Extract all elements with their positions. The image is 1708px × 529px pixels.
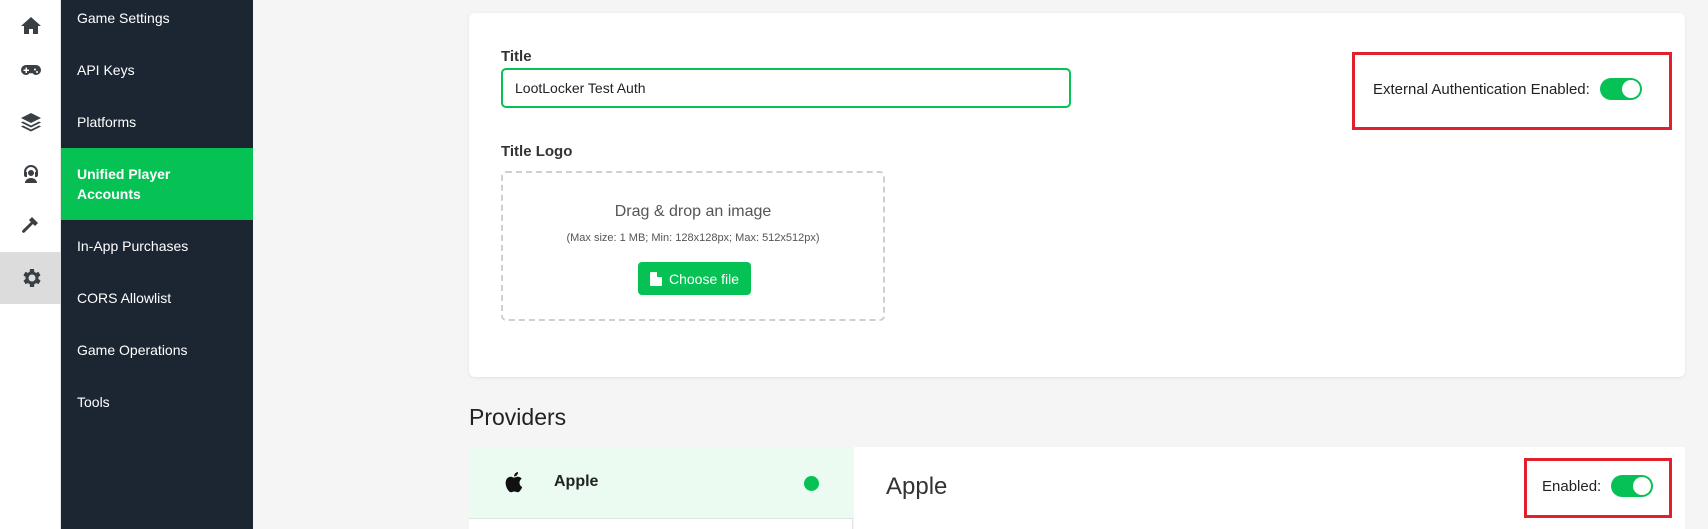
provider-status-dot — [804, 476, 819, 491]
gear-icon — [22, 269, 41, 287]
support-agent-icon — [23, 165, 38, 183]
icon-rail — [0, 0, 61, 529]
choose-file-button[interactable]: Choose file — [638, 262, 751, 295]
nav-item-tools[interactable]: Tools — [61, 384, 253, 420]
nav-item-game-operations[interactable]: Game Operations — [61, 332, 253, 368]
apple-icon — [505, 472, 523, 493]
settings-nav-button[interactable] — [0, 252, 61, 304]
dropzone-title: Drag & drop an image — [614, 203, 772, 220]
provider-enabled-highlight-box — [1524, 458, 1672, 518]
choose-file-label: Choose file — [668, 270, 740, 287]
dropzone-hint: (Max size: 1 MB; Min: 128x128px; Max: 51… — [566, 232, 820, 244]
nav-item-label: Game Operations — [77, 342, 188, 358]
nav-item-label: API Keys — [77, 62, 135, 78]
hammer-icon — [21, 217, 38, 233]
title-logo-label: Title Logo — [501, 143, 573, 160]
provider-item-apple[interactable]: Apple — [469, 447, 853, 519]
nav-item-game-settings[interactable]: Game Settings — [61, 0, 253, 36]
provider-detail-title: Apple — [886, 473, 948, 500]
home-icon — [20, 17, 41, 34]
nav-item-label: Tools — [77, 394, 110, 410]
content-nav-button[interactable] — [0, 96, 61, 148]
nav-item-label: In-App Purchases — [77, 238, 189, 254]
provider-name: Apple — [554, 473, 599, 490]
games-nav-button[interactable] — [0, 44, 61, 96]
players-nav-button[interactable] — [0, 148, 61, 200]
nav-item-api-keys[interactable]: API Keys — [61, 52, 253, 88]
logo-dropzone[interactable]: Drag & drop an image (Max size: 1 MB; Mi… — [501, 171, 885, 321]
nav-item-platforms[interactable]: Platforms — [61, 104, 253, 140]
nav-item-cors-allowlist[interactable]: CORS Allowlist — [61, 280, 253, 316]
file-icon — [649, 271, 662, 286]
gamepad-icon — [20, 65, 41, 75]
providers-heading: Providers — [469, 404, 567, 430]
tools-nav-button[interactable] — [0, 200, 61, 252]
nav-item-unified-player-accounts[interactable]: Unified Player Accounts — [61, 148, 253, 220]
external-auth-highlight-box — [1352, 52, 1672, 130]
title-input[interactable] — [501, 68, 1071, 108]
nav-item-label: CORS Allowlist — [77, 290, 172, 306]
nav-item-label: Game Settings — [77, 10, 170, 26]
layers-icon — [20, 113, 41, 132]
nav-item-in-app-purchases[interactable]: In-App Purchases — [61, 228, 253, 264]
provider-list: Apple — [469, 447, 853, 529]
settings-nav-panel: Game Settings API Keys Platforms Unified… — [61, 0, 253, 529]
nav-item-label: Platforms — [77, 114, 137, 130]
nav-item-label: Unified Player Accounts — [77, 166, 171, 202]
title-label: Title — [501, 48, 532, 65]
